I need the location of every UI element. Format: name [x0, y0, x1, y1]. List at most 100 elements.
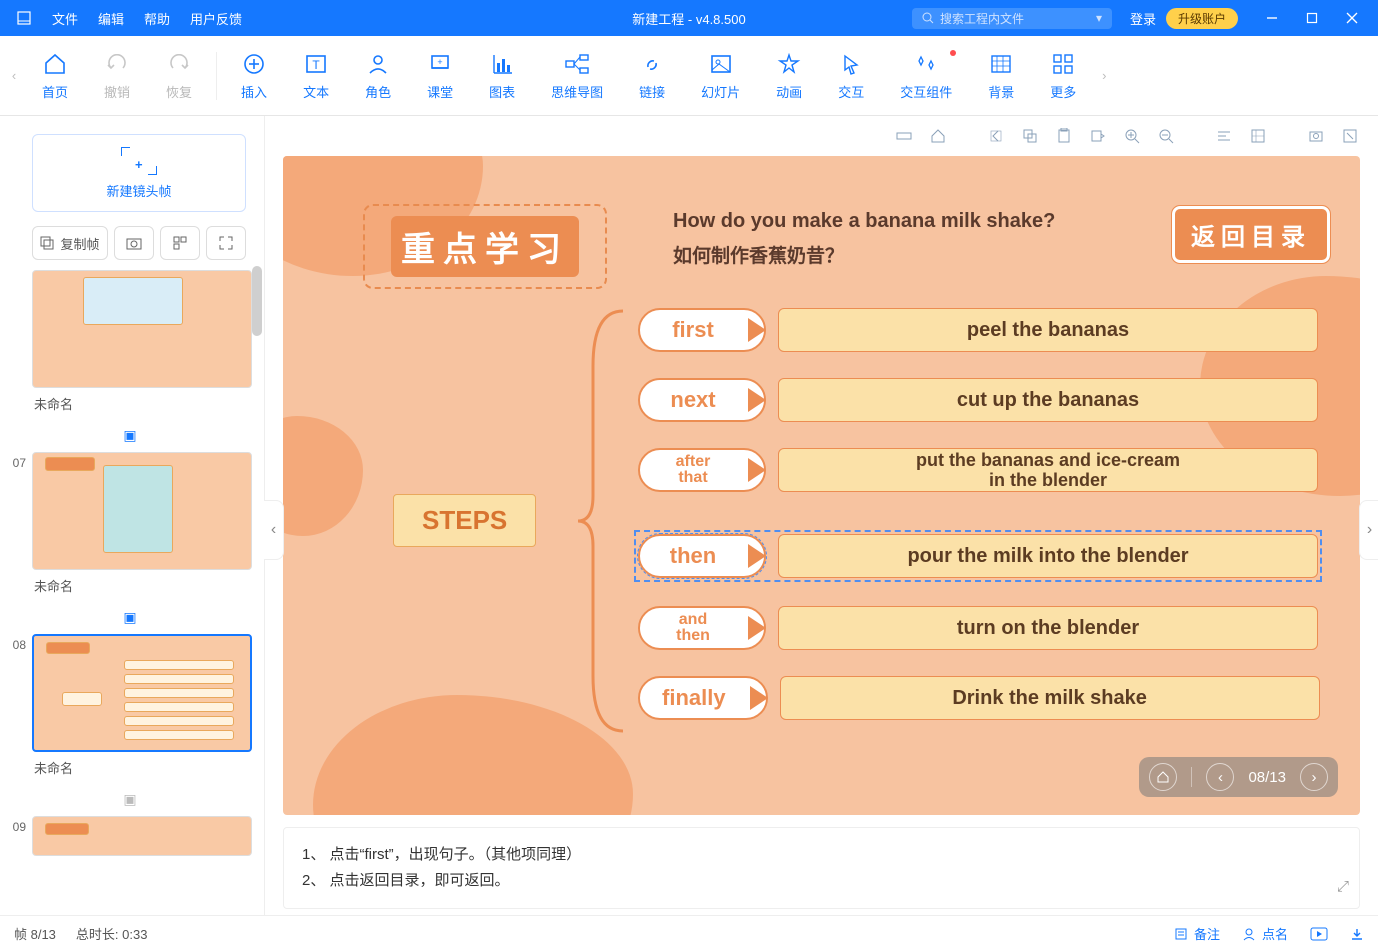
step-row-4[interactable]: thenpour the milk into the blender — [638, 534, 1318, 578]
slide-item[interactable]: 08 未命名 — [8, 634, 252, 785]
expand-button[interactable] — [206, 226, 246, 260]
toolbar-chart-button[interactable]: 图表 — [471, 44, 533, 107]
collapse-left-button[interactable]: ‹ — [264, 500, 284, 560]
camera-icon — [126, 236, 142, 250]
toolbar-home-button[interactable]: 首页 — [24, 44, 86, 107]
fit-icon[interactable] — [1248, 126, 1268, 146]
toolbar-role-button[interactable]: 角色 — [347, 44, 409, 107]
toolbar-interact-button[interactable]: 交互 — [820, 44, 882, 107]
menu-edit[interactable]: 编辑 — [88, 9, 134, 28]
ruler-icon[interactable] — [894, 126, 914, 146]
window-maximize-button[interactable] — [1292, 0, 1332, 36]
history-back-icon[interactable] — [986, 126, 1006, 146]
new-frame-button[interactable]: + 新建镜头帧 — [32, 134, 246, 212]
status-play-button[interactable] — [1310, 927, 1328, 941]
slide-canvas[interactable]: 重点学习 How do you make a banana milk shake… — [283, 156, 1360, 815]
step-row-5[interactable]: andthenturn on the blender — [638, 606, 1318, 650]
menu-file[interactable]: 文件 — [42, 9, 88, 28]
toolbar-scroll-left-icon[interactable]: ‹ — [4, 46, 24, 106]
slide-thumbnail[interactable] — [32, 270, 252, 388]
search-input[interactable]: 搜索工程内文件 ▾ — [912, 8, 1112, 29]
panel-scrollbar[interactable] — [252, 266, 262, 336]
hud-next-icon[interactable]: › — [1300, 763, 1328, 791]
transition-icon[interactable]: ▣ — [8, 425, 252, 452]
toolbar-class-button[interactable]: + 课堂 — [409, 44, 471, 107]
new-frame-icon: + — [121, 147, 157, 175]
toolbar-link-label: 链接 — [639, 82, 665, 101]
slide-item[interactable]: 未命名 — [8, 270, 252, 421]
notes-expand-icon[interactable]: ⤢ — [1337, 874, 1349, 900]
question-text[interactable]: How do you make a banana milk shake? 如何制… — [673, 210, 1055, 268]
toolbar-more-button[interactable]: 更多 — [1032, 44, 1094, 107]
copy-small-icon[interactable] — [1020, 126, 1040, 146]
hud-prev-icon[interactable]: ‹ — [1206, 763, 1234, 791]
copy-frame-button[interactable]: 复制帧 — [32, 226, 108, 260]
snapshot-icon[interactable] — [1306, 126, 1326, 146]
step-label[interactable]: afterthat — [638, 448, 766, 492]
step-label[interactable]: then — [638, 534, 766, 578]
slide-thumbnail[interactable] — [32, 816, 252, 856]
step-row-2[interactable]: nextcut up the bananas — [638, 378, 1318, 422]
step-label[interactable]: andthen — [638, 606, 766, 650]
slide-thumbnail-selected[interactable] — [32, 634, 252, 752]
steps-label-box[interactable]: STEPS — [393, 494, 536, 547]
transition-icon[interactable]: ▣ — [8, 607, 252, 634]
home-small-icon[interactable] — [928, 126, 948, 146]
toolbar-scroll-right-icon[interactable]: › — [1094, 46, 1114, 106]
upgrade-button[interactable]: 升级账户 — [1166, 8, 1238, 29]
undo-icon — [105, 50, 129, 78]
toolbar-slide-button[interactable]: 幻灯片 — [683, 44, 758, 107]
slide-item[interactable]: 09 — [8, 816, 252, 856]
toolbar-anim-button[interactable]: 动画 — [758, 44, 820, 107]
qr-button[interactable] — [160, 226, 200, 260]
slide-thumbnail[interactable] — [32, 452, 252, 570]
status-roll-button[interactable]: 点名 — [1242, 924, 1288, 943]
status-remark-button[interactable]: 备注 — [1174, 924, 1220, 943]
step-row-6[interactable]: finallyDrink the milk shake — [638, 676, 1320, 720]
step-label[interactable]: next — [638, 378, 766, 422]
toolbar-redo-button[interactable]: 恢复 — [148, 44, 210, 107]
status-download-button[interactable] — [1350, 927, 1364, 941]
window-close-button[interactable] — [1332, 0, 1372, 36]
step-label[interactable]: finally — [638, 676, 768, 720]
slide-list[interactable]: 未命名 ▣ 07 未命名 ▣ 08 — [0, 270, 264, 915]
step-text: peel the bananas — [778, 308, 1318, 352]
more-tools-icon[interactable] — [1340, 126, 1360, 146]
lesson-title-box[interactable]: 重点学习 — [363, 204, 607, 289]
transition-icon[interactable]: ▣ — [8, 789, 252, 816]
step-row-3[interactable]: afterthatput the bananas and ice-creamin… — [638, 448, 1318, 492]
notes-panel[interactable]: 1、 点击“first”，出现句子。（其他项同理） 2、 点击返回目录，即可返回… — [283, 827, 1360, 909]
toolbar-slide-label: 幻灯片 — [701, 82, 740, 101]
hud-home-icon[interactable] — [1149, 763, 1177, 791]
zoom-out-icon[interactable] — [1156, 126, 1176, 146]
toolbar-role-label: 角色 — [365, 82, 391, 101]
toolbar-text-label: 文本 — [303, 82, 329, 101]
toolbar-component-button[interactable]: 交互组件 — [882, 44, 970, 107]
step-row-1[interactable]: first peel the bananas — [638, 308, 1318, 352]
search-icon — [922, 12, 934, 24]
paste-icon[interactable] — [1054, 126, 1074, 146]
toolbar-bg-button[interactable]: 背景 — [970, 44, 1032, 107]
search-dropdown-icon[interactable]: ▾ — [1096, 11, 1102, 25]
window-minimize-button[interactable] — [1252, 0, 1292, 36]
zoom-in-icon[interactable] — [1122, 126, 1142, 146]
qr-icon — [173, 236, 187, 250]
next-frame-icon[interactable] — [1088, 126, 1108, 146]
back-menu-button[interactable]: 返回目录 — [1172, 206, 1330, 263]
toolbar-interact-label: 交互 — [838, 82, 864, 101]
svg-text:+: + — [437, 57, 442, 67]
login-button[interactable]: 登录 — [1130, 9, 1156, 28]
toolbar-mindmap-button[interactable]: 思维导图 — [533, 44, 621, 107]
slide-item[interactable]: 07 未命名 — [8, 452, 252, 603]
toolbar-insert-button[interactable]: 插入 — [223, 44, 285, 107]
toolbar-text-button[interactable]: T 文本 — [285, 44, 347, 107]
camera-button[interactable] — [114, 226, 154, 260]
menu-feedback[interactable]: 用户反馈 — [180, 9, 252, 28]
toolbar-link-button[interactable]: 链接 — [621, 44, 683, 107]
toolbar-undo-button[interactable]: 撤销 — [86, 44, 148, 107]
step-label[interactable]: first — [638, 308, 766, 352]
main-body: + 新建镜头帧 复制帧 未命名 ▣ — [0, 116, 1378, 915]
collapse-right-button[interactable]: › — [1359, 500, 1378, 560]
align-icon[interactable] — [1214, 126, 1234, 146]
menu-help[interactable]: 帮助 — [134, 9, 180, 28]
